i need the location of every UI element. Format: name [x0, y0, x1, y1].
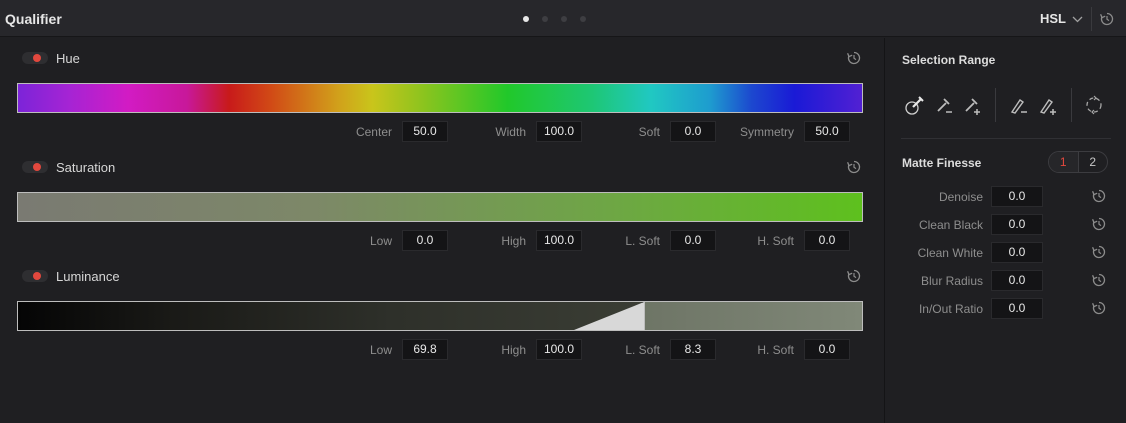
picker-subtract-icon[interactable] — [933, 94, 955, 116]
saturation-high-soft-label: H. Soft — [757, 234, 794, 248]
luminance-high-soft-field[interactable]: 0.0 — [804, 339, 850, 360]
softness-add-icon[interactable] — [1037, 94, 1059, 116]
hue-soft-field[interactable]: 0.0 — [670, 121, 716, 142]
saturation-enable-toggle[interactable] — [22, 161, 48, 173]
softness-subtract-icon[interactable] — [1008, 94, 1030, 116]
reset-all-icon[interactable] — [1099, 11, 1115, 27]
hue-enable-toggle[interactable] — [22, 52, 48, 64]
saturation-label: Saturation — [56, 160, 116, 175]
hue-label: Hue — [56, 51, 80, 66]
clean-black-field[interactable]: 0.0 — [991, 214, 1043, 235]
denoise-reset-icon[interactable] — [1091, 188, 1107, 204]
luminance-high-field[interactable]: 100.0 — [536, 339, 582, 360]
clean-white-field[interactable]: 0.0 — [991, 242, 1043, 263]
qualifier-header: Qualifier HSL — [0, 0, 1126, 37]
qualifier-side-panel: Selection Range Matte Finesse 1 2 Denois… — [884, 38, 1126, 423]
hue-spectrum-bar[interactable] — [17, 83, 863, 113]
page-dot-3[interactable] — [561, 16, 567, 22]
invert-icon[interactable] — [1083, 94, 1105, 116]
clean-white-label: Clean White — [917, 246, 983, 260]
hue-reset-icon[interactable] — [846, 50, 862, 66]
page-indicator — [523, 16, 586, 22]
in-out-ratio-field[interactable]: 0.0 — [991, 298, 1043, 319]
luminance-low-label: Low — [369, 343, 392, 357]
luminance-selected-range[interactable] — [644, 302, 862, 330]
hue-soft-label: Soft — [638, 125, 660, 139]
luminance-low-field[interactable]: 69.8 — [402, 339, 448, 360]
luminance-bar[interactable] — [17, 301, 863, 331]
luminance-enable-toggle[interactable] — [22, 270, 48, 282]
luminance-high-label: High — [501, 343, 526, 357]
chevron-down-icon — [1072, 16, 1083, 22]
page-dot-2[interactable] — [542, 16, 548, 22]
picker-icon[interactable] — [904, 94, 926, 116]
saturation-low-soft-field[interactable]: 0.0 — [670, 230, 716, 251]
section-divider — [901, 138, 1111, 139]
page-dot-4[interactable] — [580, 16, 586, 22]
clean-black-label: Clean Black — [918, 218, 983, 232]
luminance-reset-icon[interactable] — [846, 268, 862, 284]
tool-separator — [995, 88, 996, 122]
blur-radius-field[interactable]: 0.0 — [991, 270, 1043, 291]
hsl-qualifier-controls: Hue Center 50.0 Width 100.0 Soft 0.0 Sym… — [0, 38, 884, 423]
saturation-low-label: Low — [369, 234, 392, 248]
hue-center-label: Center — [355, 125, 392, 139]
luminance-low-soft-label: L. Soft — [625, 343, 660, 357]
denoise-label: Denoise — [938, 190, 983, 204]
luminance-label: Luminance — [56, 269, 120, 284]
blur-radius-reset-icon[interactable] — [1091, 272, 1107, 288]
tool-separator — [1071, 88, 1072, 122]
hue-width-label: Width — [495, 125, 526, 139]
saturation-bar[interactable] — [17, 192, 863, 222]
saturation-reset-icon[interactable] — [846, 159, 862, 175]
page-dot-1[interactable] — [523, 16, 529, 22]
saturation-high-field[interactable]: 100.0 — [536, 230, 582, 251]
matte-finesse-tabs: 1 2 — [1048, 151, 1108, 173]
hue-center-field[interactable]: 50.0 — [402, 121, 448, 142]
denoise-field[interactable]: 0.0 — [991, 186, 1043, 207]
matte-finesse-title: Matte Finesse — [902, 156, 982, 170]
saturation-low-soft-label: L. Soft — [625, 234, 660, 248]
in-out-ratio-reset-icon[interactable] — [1091, 300, 1107, 316]
hue-symmetry-label: Symmetry — [740, 125, 794, 139]
clean-white-reset-icon[interactable] — [1091, 244, 1107, 260]
saturation-low-field[interactable]: 0.0 — [402, 230, 448, 251]
header-divider — [1091, 7, 1092, 31]
hue-width-field[interactable]: 100.0 — [536, 121, 582, 142]
qualifier-mode-value: HSL — [1040, 11, 1066, 26]
blur-radius-label: Blur Radius — [920, 274, 983, 288]
panel-title: Qualifier — [5, 11, 62, 27]
saturation-high-label: High — [501, 234, 526, 248]
luminance-low-soft-field[interactable]: 8.3 — [670, 339, 716, 360]
saturation-high-soft-field[interactable]: 0.0 — [804, 230, 850, 251]
picker-add-icon[interactable] — [961, 94, 983, 116]
in-out-ratio-label: In/Out Ratio — [918, 302, 983, 316]
luminance-high-soft-label: H. Soft — [757, 343, 794, 357]
selection-range-title: Selection Range — [902, 53, 996, 67]
matte-finesse-tab-1[interactable]: 1 — [1049, 152, 1079, 172]
clean-black-reset-icon[interactable] — [1091, 216, 1107, 232]
hue-symmetry-field[interactable]: 50.0 — [804, 121, 850, 142]
qualifier-mode-dropdown[interactable]: HSL — [1040, 11, 1083, 26]
matte-finesse-tab-2[interactable]: 2 — [1079, 152, 1108, 172]
